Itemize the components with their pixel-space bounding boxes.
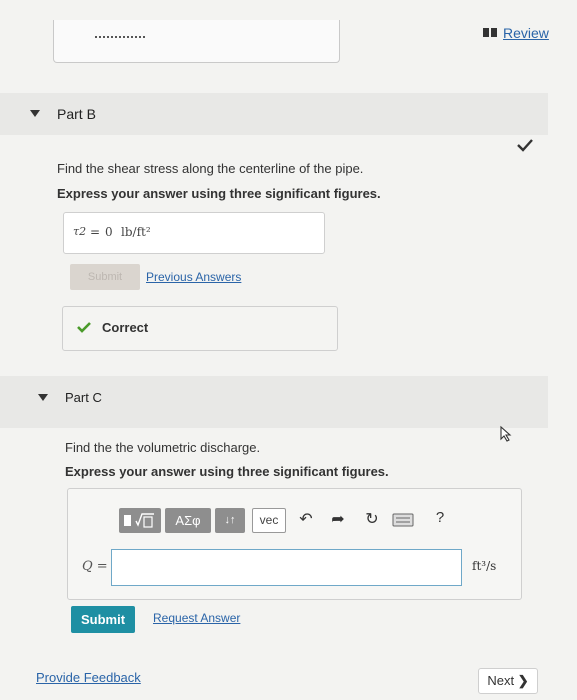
part-b-submit-button: Submit: [70, 264, 140, 290]
subscript-superscript-button[interactable]: ↓↑: [215, 508, 245, 533]
mouse-cursor-icon: [500, 425, 512, 442]
reset-icon[interactable]: ↻: [362, 509, 382, 529]
answer-value: 0: [105, 225, 113, 239]
q-answer-input[interactable]: [111, 549, 462, 586]
next-label: Next: [487, 673, 515, 688]
part-b-question: Find the shear stress along the centerli…: [57, 161, 364, 176]
part-c-question: Find the the volumetric discharge.: [65, 440, 261, 455]
q-unit-label: ft³/s: [472, 559, 497, 573]
review-label: Review: [503, 25, 549, 41]
answer-equals: =: [90, 225, 101, 239]
keyboard-icon[interactable]: [392, 513, 414, 527]
answer-variable: τ2: [73, 225, 87, 238]
part-b-answer-display: τ2 = 0 lb/ft²: [63, 212, 325, 254]
submit-button[interactable]: Submit: [71, 606, 135, 633]
help-icon[interactable]: ?: [430, 509, 450, 526]
chevron-right-icon: ❯: [517, 673, 529, 688]
provide-feedback-link[interactable]: Provide Feedback: [36, 670, 141, 685]
previous-answers-link[interactable]: Previous Answers: [146, 270, 241, 284]
template-icon: [124, 513, 154, 528]
next-button[interactable]: Next ❯: [478, 668, 538, 694]
part-c-title: Part C: [65, 390, 102, 405]
correct-label: Correct: [102, 320, 149, 335]
part-c-instruction: Express your answer using three signific…: [65, 464, 389, 479]
collapse-triangle-icon[interactable]: [30, 110, 40, 117]
request-answer-link[interactable]: Request Answer: [153, 611, 240, 625]
collapse-triangle-icon[interactable]: [38, 394, 48, 401]
answer-unit: lb/ft²: [121, 225, 151, 239]
templates-button[interactable]: [119, 508, 161, 533]
undo-icon[interactable]: ↶: [296, 509, 316, 529]
part-b-title: Part B: [57, 106, 96, 122]
completed-check-icon: [517, 139, 533, 152]
previous-answer-box: [53, 20, 340, 63]
correct-feedback-box: Correct: [62, 306, 338, 351]
previous-answer-placeholder: [95, 36, 145, 38]
vector-button[interactable]: vec: [252, 508, 286, 533]
review-link[interactable]: Review: [483, 25, 549, 41]
greek-symbols-button[interactable]: ΑΣφ: [165, 508, 211, 533]
book-icon: [483, 28, 497, 37]
part-b-instruction: Express your answer using three signific…: [57, 186, 381, 201]
redo-icon[interactable]: ➦: [328, 509, 348, 529]
q-input-label: Q =: [82, 559, 108, 574]
correct-check-icon: [77, 322, 91, 333]
